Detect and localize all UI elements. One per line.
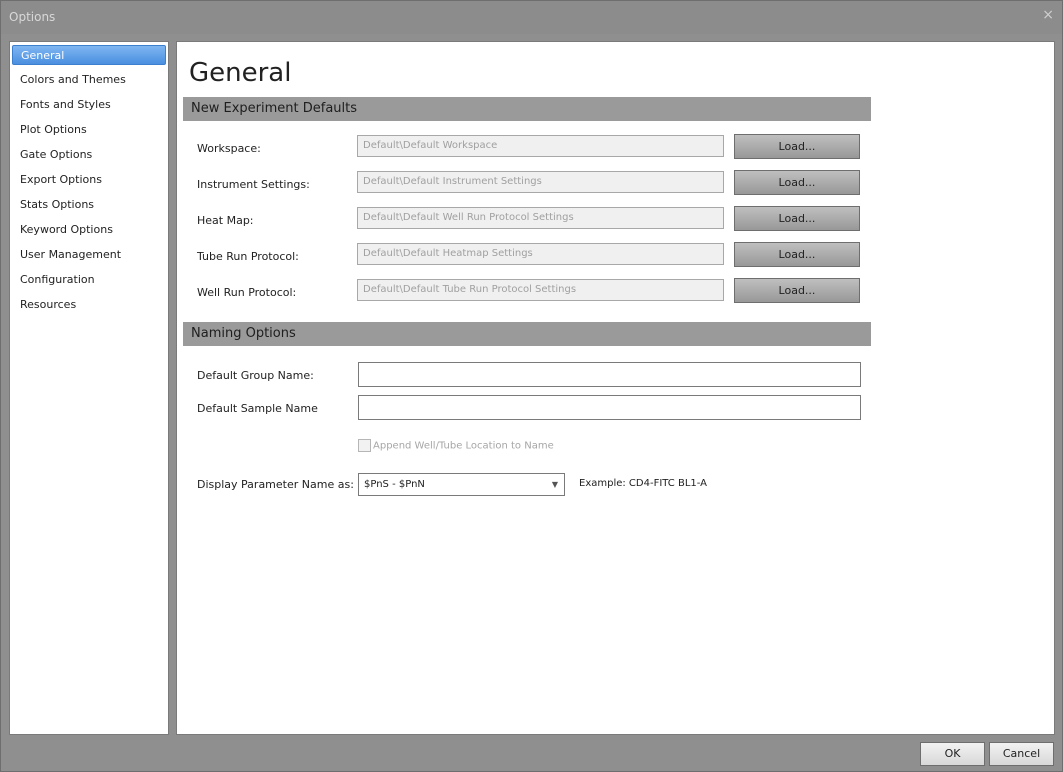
default-group-name-label: Default Group Name:	[197, 369, 314, 382]
heat-map-label: Heat Map:	[197, 214, 254, 227]
default-group-name-input[interactable]	[358, 362, 861, 387]
sidebar-item-stats-options[interactable]: Stats Options	[12, 195, 166, 215]
instrument-settings-path-field: Default\Default Instrument Settings	[357, 171, 724, 193]
chevron-down-icon: ▼	[551, 480, 558, 489]
workspace-label: Workspace:	[197, 142, 261, 155]
close-icon[interactable]: ×	[1042, 7, 1054, 23]
display-parameter-name-label: Display Parameter Name as:	[197, 478, 354, 491]
workspace-load-button[interactable]: Load...	[734, 134, 860, 159]
well-run-protocol-load-button[interactable]: Load...	[734, 278, 860, 303]
sidebar-item-plot-options[interactable]: Plot Options	[12, 120, 166, 140]
default-sample-name-input[interactable]	[358, 395, 861, 420]
display-parameter-name-value: $PnS - $PnN	[364, 479, 425, 490]
sidebar-item-resources[interactable]: Resources	[12, 295, 166, 315]
heat-map-load-button[interactable]: Load...	[734, 206, 860, 231]
naming-options-header: Naming Options	[183, 322, 871, 346]
instrument-settings-load-button[interactable]: Load...	[734, 170, 860, 195]
sidebar-item-keyword-options[interactable]: Keyword Options	[12, 220, 166, 240]
workspace-path-field: Default\Default Workspace	[357, 135, 724, 157]
well-run-protocol-path-field: Default\Default Tube Run Protocol Settin…	[357, 279, 724, 301]
options-dialog: Options × General Colors and Themes Font…	[0, 0, 1063, 772]
options-sidebar: General Colors and Themes Fonts and Styl…	[9, 41, 169, 735]
new-experiment-defaults-header: New Experiment Defaults	[183, 97, 871, 121]
sidebar-item-export-options[interactable]: Export Options	[12, 170, 166, 190]
ok-button[interactable]: OK	[920, 742, 985, 766]
default-sample-name-label: Default Sample Name	[197, 402, 318, 415]
tube-run-protocol-path-field: Default\Default Heatmap Settings	[357, 243, 724, 265]
tube-run-protocol-label: Tube Run Protocol:	[197, 250, 299, 263]
parameter-name-example: Example: CD4-FITC BL1-A	[579, 478, 707, 489]
well-run-protocol-label: Well Run Protocol:	[197, 286, 297, 299]
sidebar-item-colors-and-themes[interactable]: Colors and Themes	[12, 70, 166, 90]
sidebar-item-gate-options[interactable]: Gate Options	[12, 145, 166, 165]
append-location-label: Append Well/Tube Location to Name	[373, 440, 554, 452]
cancel-button[interactable]: Cancel	[989, 742, 1054, 766]
sidebar-item-configuration[interactable]: Configuration	[12, 270, 166, 290]
tube-run-protocol-load-button[interactable]: Load...	[734, 242, 860, 267]
page-title: General	[189, 58, 292, 88]
sidebar-item-user-management[interactable]: User Management	[12, 245, 166, 265]
instrument-settings-label: Instrument Settings:	[197, 178, 310, 191]
sidebar-item-fonts-and-styles[interactable]: Fonts and Styles	[12, 95, 166, 115]
title-bar: Options ×	[1, 1, 1062, 34]
append-location-checkbox[interactable]	[358, 439, 371, 452]
window-title: Options	[9, 10, 56, 24]
display-parameter-name-select[interactable]: $PnS - $PnN ▼	[358, 473, 565, 496]
append-location-option[interactable]: Append Well/Tube Location to Name	[358, 439, 554, 452]
options-content-panel: General New Experiment Defaults Workspac…	[176, 41, 1055, 735]
heat-map-path-field: Default\Default Well Run Protocol Settin…	[357, 207, 724, 229]
sidebar-item-general[interactable]: General	[12, 45, 166, 65]
